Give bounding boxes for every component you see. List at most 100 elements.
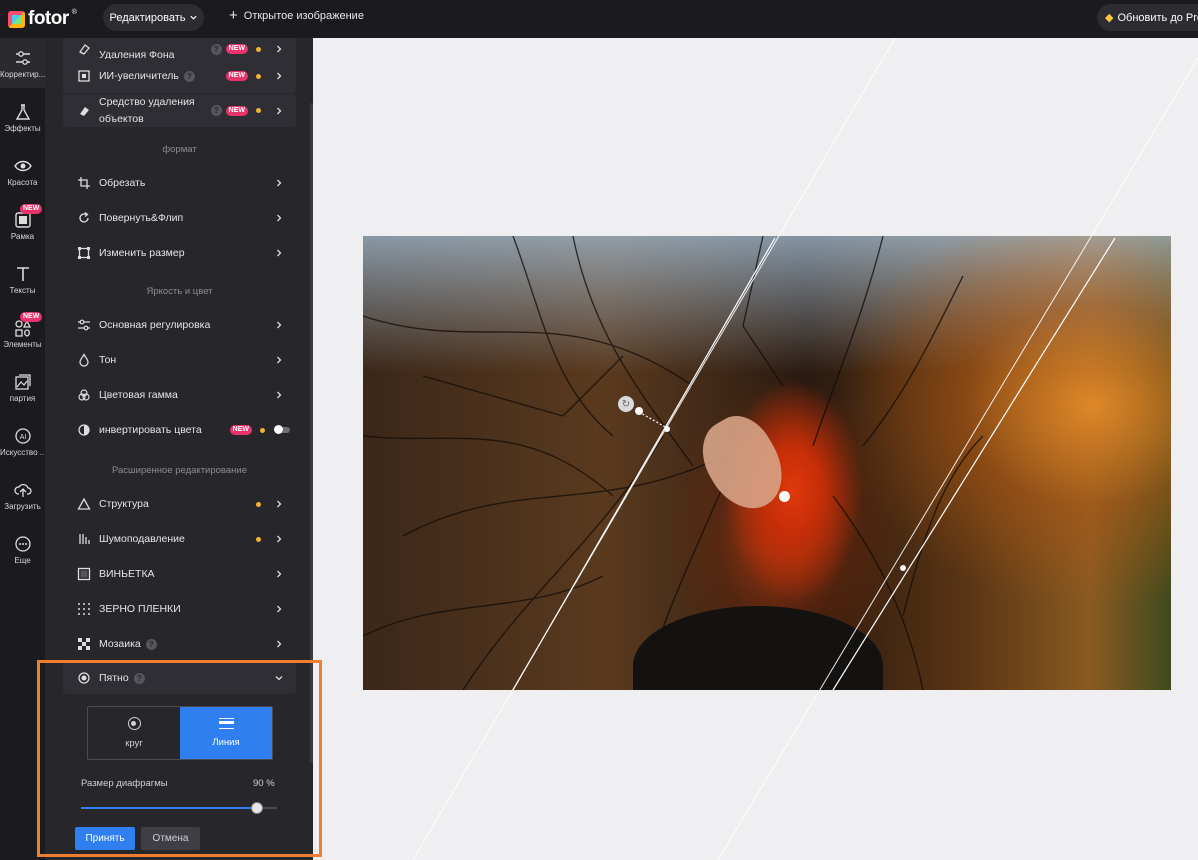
spot-shape-selector: круг Линия	[87, 706, 273, 760]
rotate-handle[interactable]: ↻	[618, 396, 634, 412]
help-icon[interactable]: ?	[210, 105, 222, 116]
help-icon[interactable]: ?	[145, 638, 157, 650]
item-rotate-flip[interactable]: Повернуть&Флип	[63, 201, 296, 235]
aperture-size-value: 90 %	[253, 778, 275, 789]
slider-fill	[81, 807, 258, 809]
item-label: ВИНЬЕТКА	[99, 567, 155, 580]
grain-icon	[78, 603, 90, 615]
upgrade-pro-button[interactable]: ◆ Обновить до Pro	[1097, 4, 1198, 31]
rail-item-label: Еще	[14, 556, 31, 565]
chevron-right-icon	[277, 500, 282, 508]
eraser-icon	[79, 44, 90, 55]
chevron-right-icon	[277, 356, 282, 364]
svg-text:AI: AI	[19, 434, 26, 441]
item-film-grain[interactable]: ЗЕРНО ПЛЕНКИ	[63, 592, 296, 626]
item-label: ИИ-увеличитель	[99, 69, 179, 82]
item-vignette[interactable]: ВИНЬЕТКА	[63, 557, 296, 591]
rail-item-3[interactable]: Рамка NEW	[0, 200, 45, 250]
new-badge: NEW	[225, 105, 248, 116]
chevron-right-icon	[277, 214, 282, 222]
item-basic-adjust[interactable]: Основная регулировка	[63, 308, 296, 342]
item-label: Пятно	[99, 670, 129, 687]
chevron-right-icon	[277, 249, 282, 257]
apply-button[interactable]: Принять	[75, 827, 135, 850]
rail-item-2[interactable]: Красота	[0, 146, 45, 196]
item-invert-colors[interactable]: инвертировать цвета NEW	[63, 413, 296, 447]
item-label: Мозаика	[99, 636, 141, 653]
chevron-right-icon	[277, 107, 282, 114]
chevron-right-icon	[277, 391, 282, 399]
spot-label: Пятно	[99, 671, 129, 684]
line-option-icon	[218, 718, 234, 729]
rail-item-label: Эффекты	[4, 124, 41, 133]
new-badge: NEW	[20, 312, 43, 322]
pro-dot	[256, 73, 261, 79]
open-image-button[interactable]: + Открытое изображение	[229, 8, 364, 23]
item-spot[interactable]: Пятно ?	[63, 662, 296, 694]
item-label: Шумоподавление	[99, 532, 185, 545]
spot-option-circle[interactable]: круг	[88, 707, 180, 759]
item-label: Обрезать	[99, 176, 146, 189]
invert-toggle[interactable]	[274, 425, 290, 434]
section-format: формат	[162, 144, 197, 155]
pro-dot	[256, 536, 261, 542]
slider-thumb[interactable]	[251, 802, 264, 814]
item-label: Изменить размер	[99, 246, 185, 259]
rail-item-label: Загрузить	[4, 502, 41, 511]
logo-text: fotor	[28, 8, 69, 29]
item-resize[interactable]: Изменить размер	[63, 236, 296, 270]
rail-item-7[interactable]: AI Искусство ...	[0, 416, 45, 466]
noise-icon	[79, 534, 90, 544]
chevron-right-icon	[277, 605, 282, 613]
upload-icon	[13, 483, 32, 497]
chevron-right-icon	[277, 72, 282, 80]
spot-option-line[interactable]: Линия	[180, 707, 272, 759]
item-object-remover[interactable]: Средство удаления объектов ? NEW	[63, 94, 296, 127]
sliders-icon	[78, 319, 90, 331]
item-mosaic[interactable]: Мозаика ?	[63, 627, 296, 661]
item-label: Повернуть&Флип	[99, 211, 184, 224]
fotor-logo[interactable]: fotor ®	[8, 8, 77, 30]
more-icon	[14, 536, 31, 552]
item-tone[interactable]: Тон	[63, 343, 296, 377]
item-ai-enlarger[interactable]: ИИ-увеличитель ? NEW	[63, 59, 296, 93]
palette-icon	[78, 389, 90, 401]
option-label: Линия	[212, 737, 240, 748]
edit-menu-button[interactable]: Редактировать	[103, 4, 204, 31]
aperture-size-slider[interactable]	[81, 802, 277, 814]
rail-item-0[interactable]: Корректир...	[0, 38, 45, 88]
pro-dot	[256, 501, 261, 507]
chevron-down-icon	[189, 15, 197, 20]
spot-center-handle[interactable]	[779, 491, 790, 502]
rail-item-1[interactable]: Эффекты	[0, 92, 45, 142]
item-color-gamma[interactable]: Цветовая гамма	[63, 378, 296, 412]
adjust-panel: Удаления Фона ? NEW ИИ-увеличитель ? NEW…	[45, 38, 313, 860]
item-crop[interactable]: Обрезать	[63, 166, 296, 200]
triangle-icon	[77, 497, 91, 510]
diamond-icon: ◆	[1105, 12, 1114, 24]
fotor-editor: fotor ® Редактировать + Открытое изображ…	[0, 0, 1198, 860]
item-label: Структура	[99, 497, 149, 510]
rail-item-label: Тексты	[9, 286, 36, 295]
rail-item-4[interactable]: Тексты	[0, 254, 45, 304]
help-icon[interactable]: ?	[210, 43, 222, 55]
item-label: Средство удаления объектов	[99, 95, 195, 125]
rail-item-6[interactable]: партия	[0, 362, 45, 412]
resize-icon	[78, 247, 90, 259]
section-brightness-color: Яркость и цвет	[146, 286, 213, 297]
crop-icon	[78, 177, 90, 189]
chevron-right-icon	[277, 535, 282, 543]
rail-item-8[interactable]: Загрузить	[0, 470, 45, 520]
rail-item-label: Элементы	[3, 340, 42, 349]
rail-item-9[interactable]: Еще	[0, 524, 45, 574]
help-icon[interactable]: ?	[183, 70, 195, 82]
pro-dot	[256, 46, 261, 52]
help-icon[interactable]: ?	[133, 672, 145, 684]
enlarge-icon	[78, 70, 90, 82]
photo-preview[interactable]	[363, 236, 1171, 690]
item-structure[interactable]: Структура	[63, 487, 296, 521]
item-noise-reduction[interactable]: Шумоподавление	[63, 522, 296, 556]
cancel-button[interactable]: Отмена	[141, 827, 200, 850]
top-bar: fotor ® Редактировать + Открытое изображ…	[0, 0, 1198, 38]
rail-item-5[interactable]: Элементы NEW	[0, 308, 45, 358]
